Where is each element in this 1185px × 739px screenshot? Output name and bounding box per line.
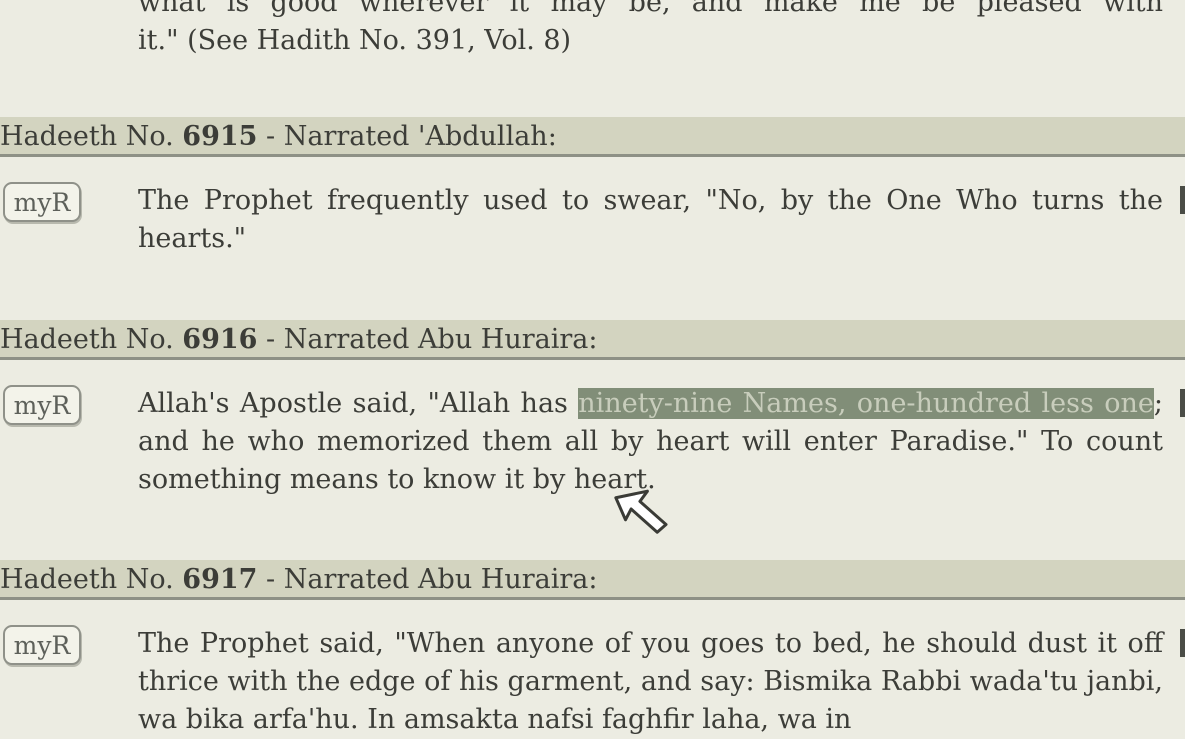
hadith-number: 6916 [182, 324, 258, 355]
header-narrator: - Narrated Abu Huraira: [257, 564, 598, 595]
header-narrator: - Narrated Abu Huraira: [257, 324, 598, 355]
hadith-number: 6917 [182, 564, 258, 595]
highlighted-text-selection[interactable]: ninety-nine Names, one-hundred less one [578, 388, 1154, 419]
hadith-header-6917: Hadeeth No. 6917 - Narrated Abu Huraira: [0, 560, 1185, 600]
previous-hadith-line-1: what is good wherever it may be, and mak… [138, 0, 1163, 18]
header-prefix: Hadeeth No. [0, 324, 183, 355]
hadith-text-6915: The Prophet frequently used to swear, "N… [138, 185, 1163, 254]
myr-button[interactable]: myR [3, 182, 81, 222]
previous-hadith-line-2: it." (See Hadith No. 391, Vol. 8) [138, 25, 572, 56]
scroll-marker [1180, 186, 1185, 214]
header-prefix: Hadeeth No. [0, 564, 183, 595]
hadith-header-6915: Hadeeth No. 6915 - Narrated 'Abdullah: [0, 117, 1185, 157]
hadith-text-6916: Allah's Apostle said, "Allah has ninety-… [138, 385, 1163, 499]
header-narrator: - Narrated 'Abdullah: [257, 121, 557, 152]
mouse-cursor-icon [614, 489, 668, 534]
scroll-marker [1180, 389, 1185, 417]
myr-button[interactable]: myR [3, 385, 81, 425]
hadith-text-before: Allah's Apostle said, "Allah has [138, 388, 579, 419]
myr-button[interactable]: myR [3, 625, 81, 665]
hadith-header-6916: Hadeeth No. 6916 - Narrated Abu Huraira: [0, 320, 1185, 360]
hadith-number: 6915 [182, 121, 258, 152]
header-prefix: Hadeeth No. [0, 121, 183, 152]
previous-hadith-text: what is good wherever it may be, and mak… [138, 0, 1163, 60]
scroll-marker [1180, 629, 1185, 657]
hadith-text-6917: The Prophet said, "When anyone of you go… [138, 628, 1163, 735]
